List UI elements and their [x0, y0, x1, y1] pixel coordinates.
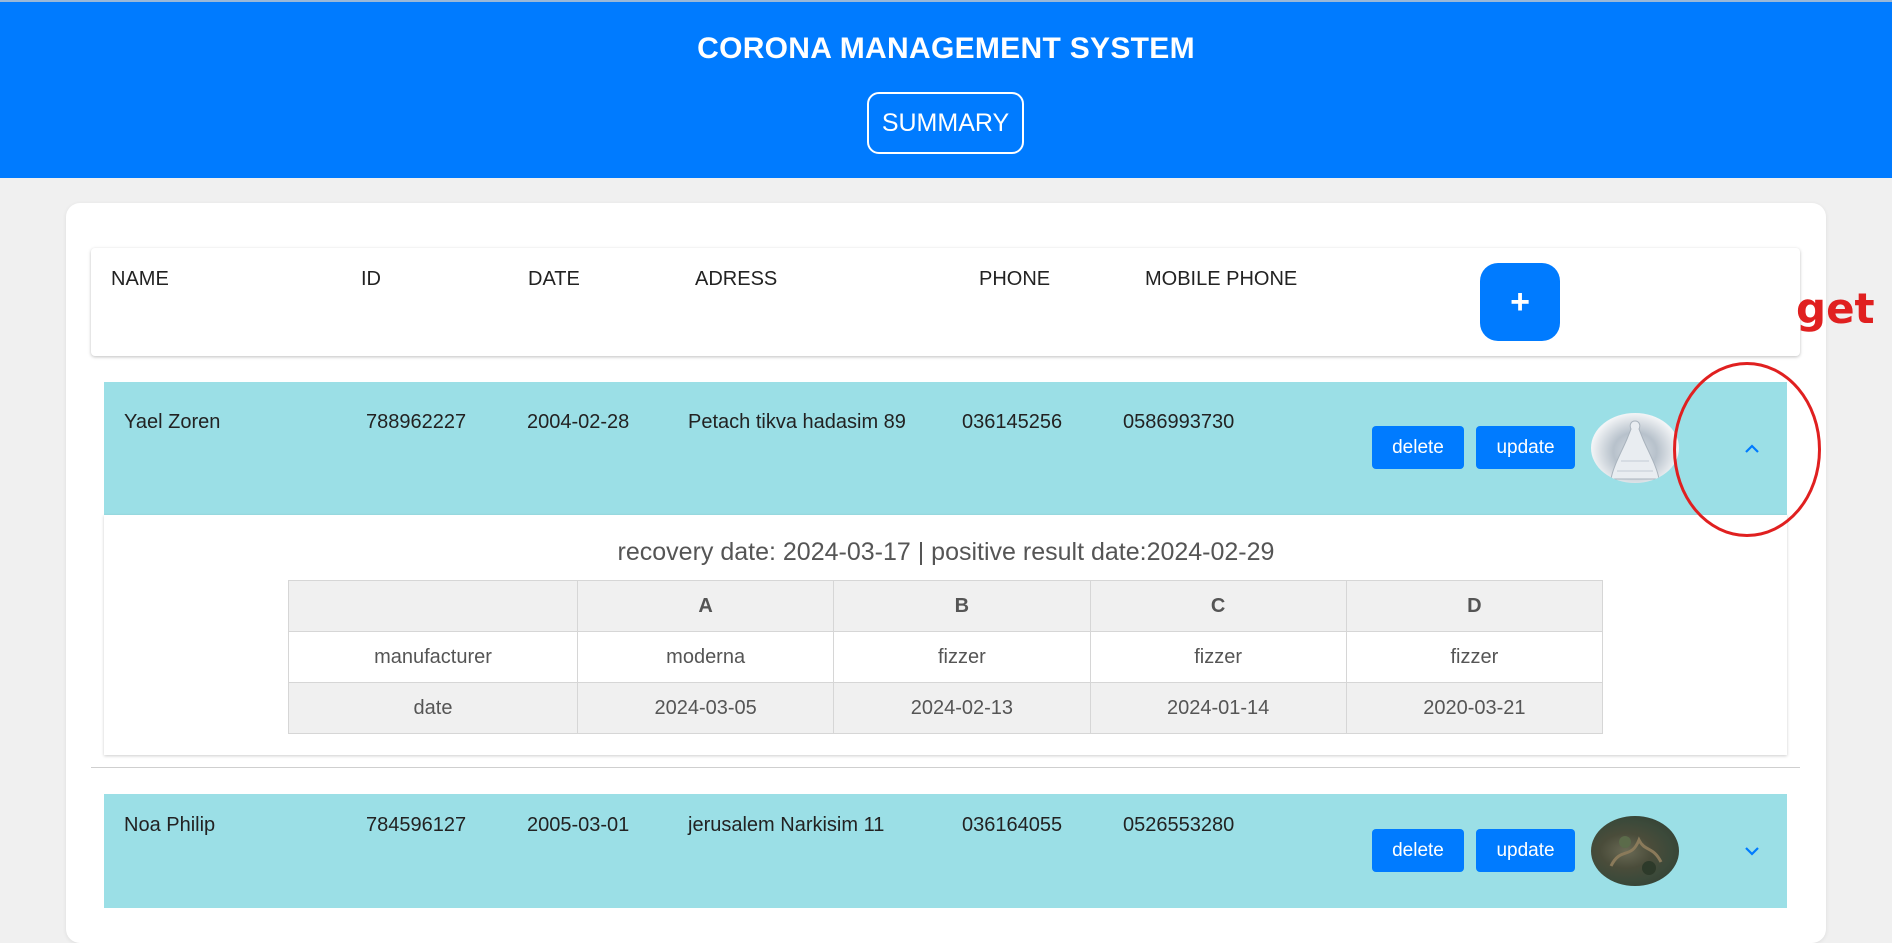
person-mobile: 0526553280: [1123, 814, 1235, 836]
app-title: CORONA MANAGEMENT SYSTEM: [697, 32, 1195, 65]
column-header-date: DATE: [528, 268, 580, 290]
add-person-button[interactable]: +: [1480, 263, 1560, 341]
vaccine-header-b: B: [833, 580, 1091, 632]
recovery-summary: recovery date: 2024-03-17 | positive res…: [617, 538, 1275, 566]
date-label: date: [288, 682, 578, 734]
person-mobile: 0586993730: [1123, 411, 1235, 433]
avatar-photo: [1610, 420, 1660, 480]
vaccine-manufacturer-row: manufacturer moderna fizzer fizzer fizze…: [288, 631, 1604, 683]
manufacturer-label: manufacturer: [288, 631, 578, 683]
vaccine-header-c: C: [1089, 580, 1347, 632]
vaccine-table: A B C D manufacturer moderna fizzer fizz…: [288, 580, 1604, 734]
vaccine-date-row: date 2024-03-05 2024-02-13 2024-01-14 20…: [288, 682, 1604, 734]
person-id: 788962227: [366, 411, 467, 433]
vaccine-date-cell: 2020-03-21: [1345, 682, 1604, 734]
chevron-down-icon[interactable]: [1737, 836, 1767, 866]
annotation-circle: [1673, 362, 1821, 537]
person-date: 2004-02-28: [527, 411, 630, 433]
summary-button[interactable]: SUMMARY: [867, 92, 1024, 154]
update-button[interactable]: update: [1476, 426, 1575, 469]
row-divider: [91, 767, 1800, 768]
person-phone: 036145256: [962, 411, 1063, 433]
vaccine-header-a: A: [576, 580, 835, 632]
delete-button[interactable]: delete: [1372, 829, 1464, 872]
vaccine-date-cell: 2024-03-05: [576, 682, 835, 734]
annotation-text: get: [1796, 284, 1875, 333]
avatar: [1591, 413, 1679, 483]
vaccine-header-row: A B C D: [288, 580, 1604, 632]
manufacturer-cell: fizzer: [833, 631, 1091, 683]
person-address: Petach tikva hadasim 89: [688, 411, 906, 433]
app-header: CORONA MANAGEMENT SYSTEM SUMMARY: [0, 0, 1892, 178]
person-id: 784596127: [366, 814, 467, 836]
update-button[interactable]: update: [1476, 829, 1575, 872]
column-header-mobile-phone: MOBILE PHONE: [1145, 268, 1298, 290]
vaccine-header-d: D: [1345, 580, 1604, 632]
vaccine-date-cell: 2024-01-14: [1089, 682, 1347, 734]
column-header-address: ADRESS: [695, 268, 778, 290]
column-header-name: NAME: [111, 268, 169, 290]
delete-button[interactable]: delete: [1372, 426, 1464, 469]
person-address: jerusalem Narkisim 11: [688, 814, 885, 836]
manufacturer-cell: fizzer: [1345, 631, 1604, 683]
person-name: Noa Philip: [124, 814, 216, 836]
person-date: 2005-03-01: [527, 814, 630, 836]
person-phone: 036164055: [962, 814, 1063, 836]
column-header-id: ID: [361, 268, 381, 290]
avatar-photo: [1609, 836, 1663, 875]
avatar: [1591, 816, 1679, 886]
manufacturer-cell: moderna: [576, 631, 835, 683]
vaccine-header-blank: [288, 580, 578, 632]
person-name: Yael Zoren: [124, 411, 221, 433]
vaccine-date-cell: 2024-02-13: [833, 682, 1091, 734]
manufacturer-cell: fizzer: [1089, 631, 1347, 683]
column-header-phone: PHONE: [979, 268, 1051, 290]
